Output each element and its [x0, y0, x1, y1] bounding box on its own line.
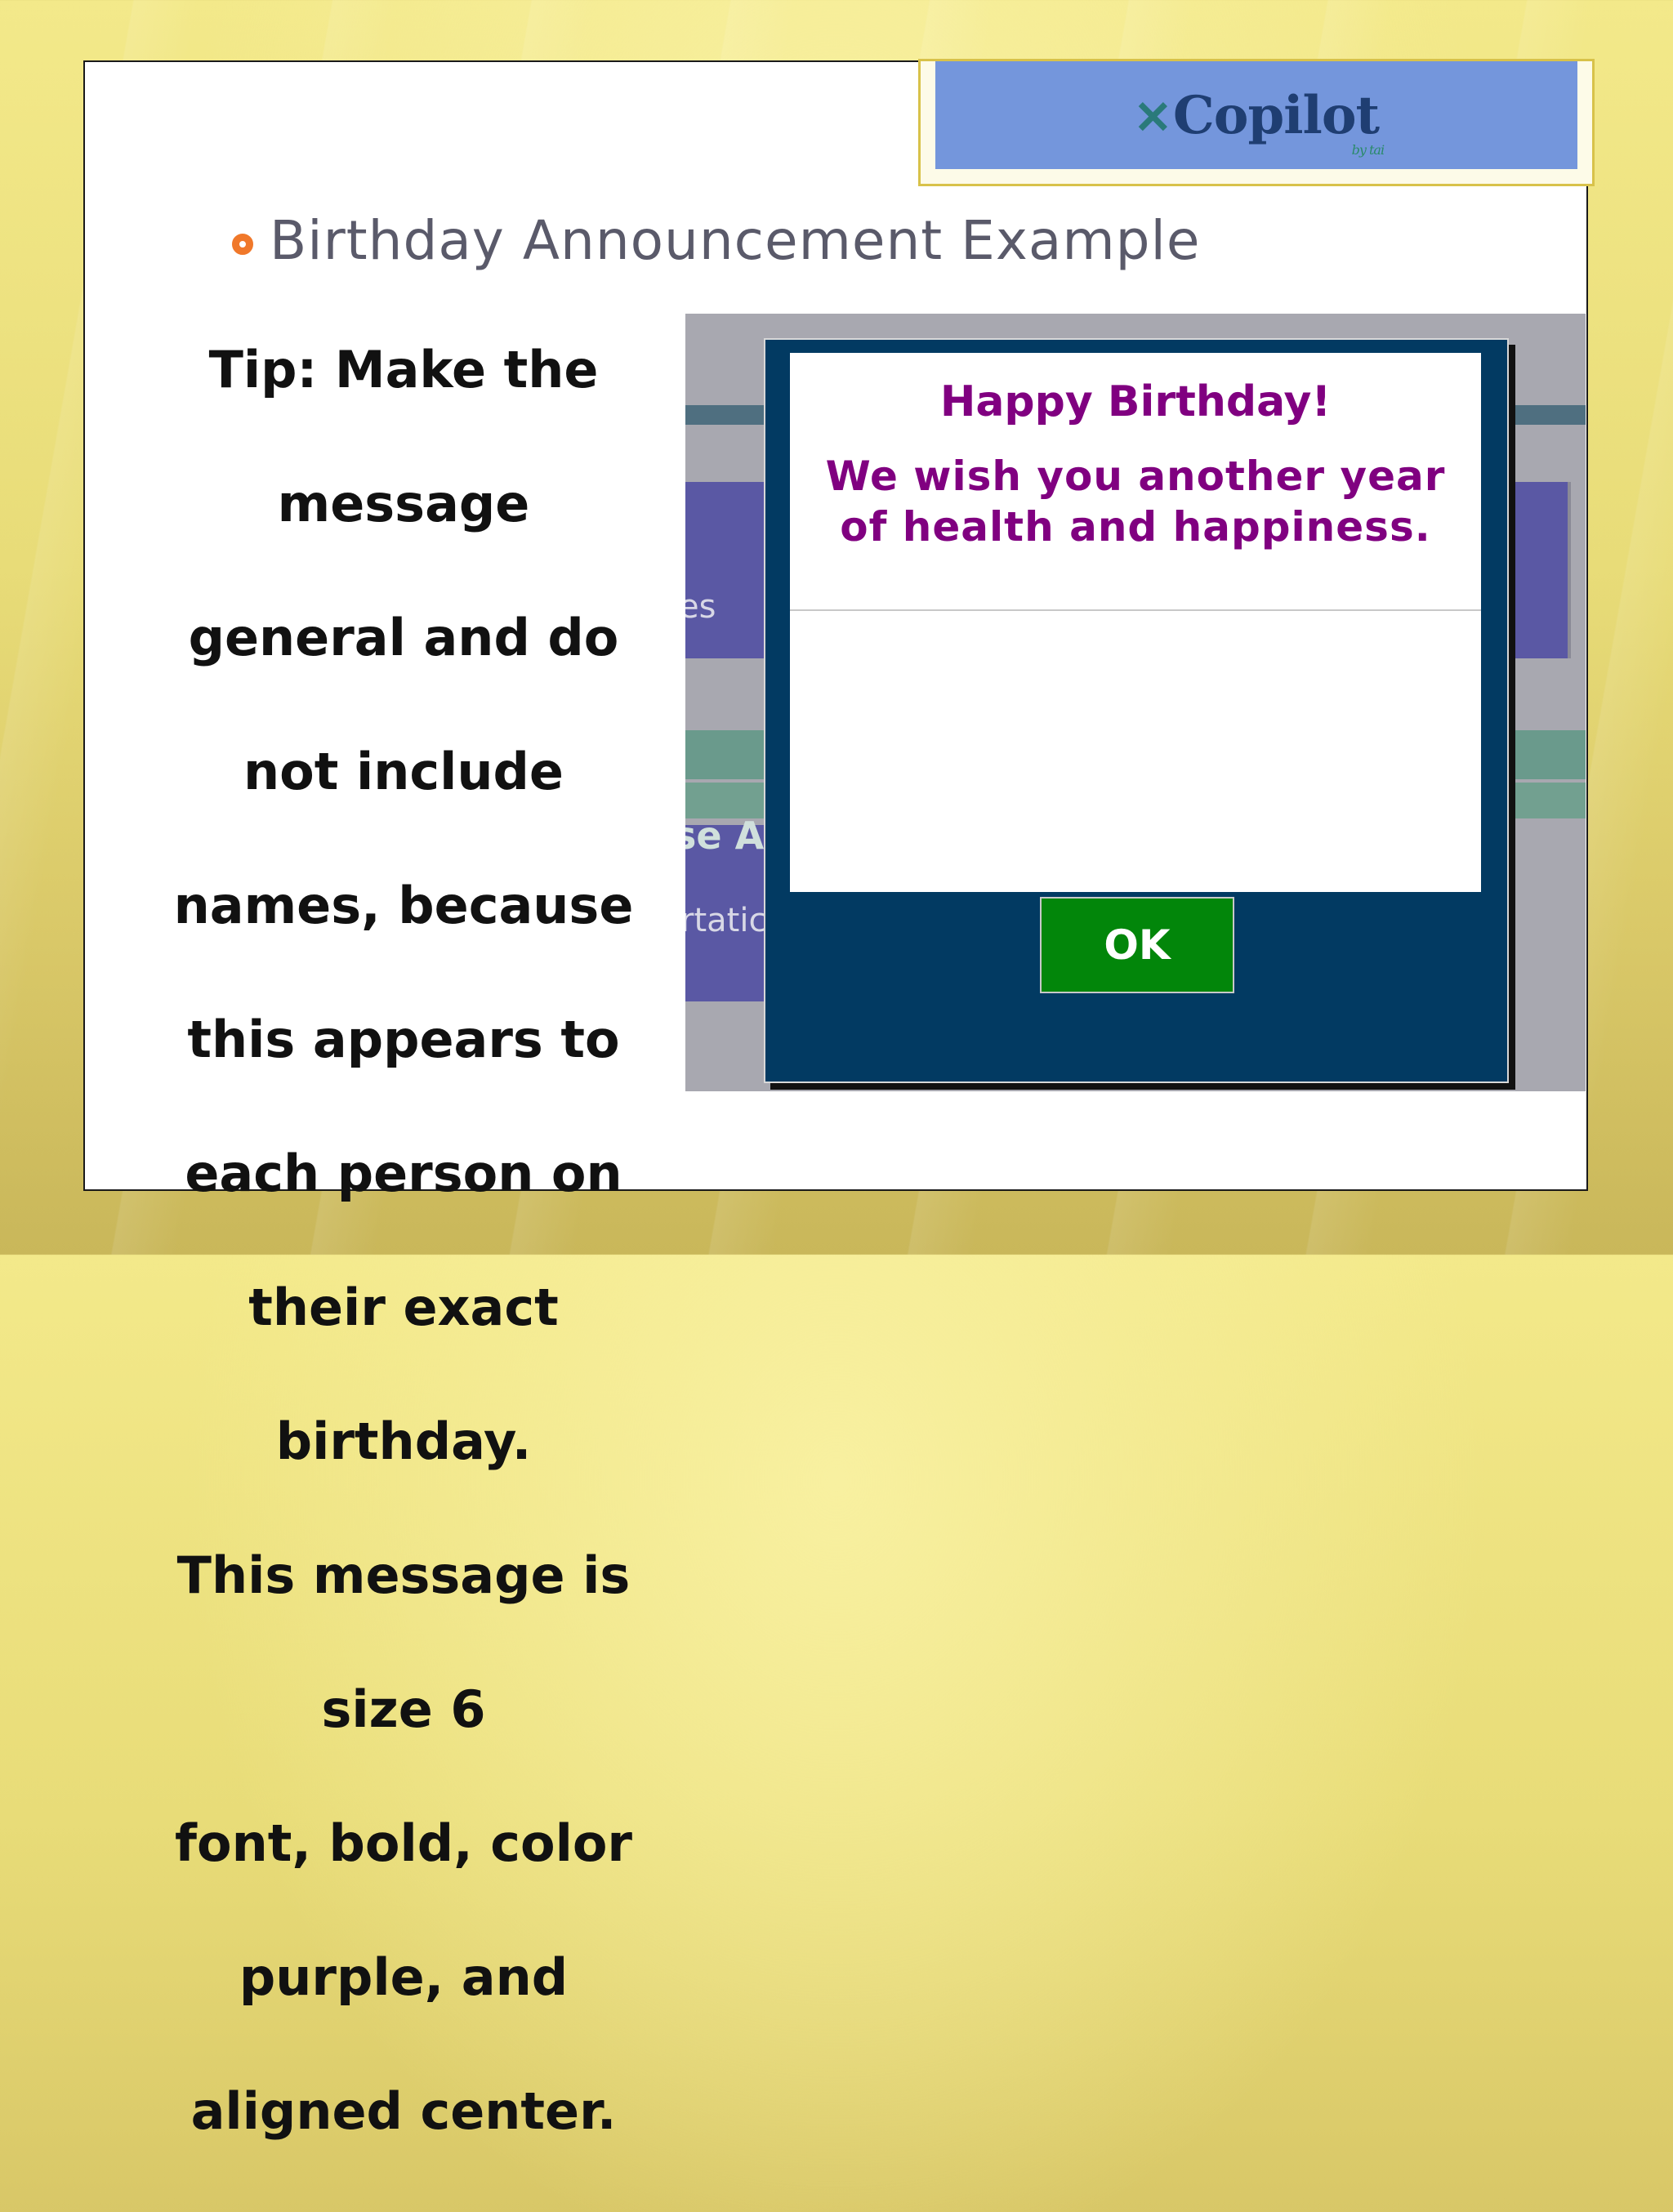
copilot-logo: ✕Copilot by tai [1133, 84, 1385, 158]
bg-panel-right [1509, 482, 1571, 658]
slide-title: Birthday Announcement Example [270, 209, 1201, 272]
ok-button[interactable]: OK [1040, 897, 1234, 993]
bg-panel-left [685, 482, 764, 658]
tip-text: Tip: Make the message general and do not… [150, 270, 657, 2212]
tip-line: font, bold, color [175, 1813, 632, 1873]
bg-label: es [685, 588, 716, 626]
star-burst-icon: ✕ [1133, 90, 1172, 145]
birthday-dialog: Happy Birthday! We wish you another year… [764, 338, 1509, 1083]
message-line: We wish you another year [825, 453, 1446, 500]
tip-line: this appears to [187, 1010, 620, 1069]
bullet-icon [232, 233, 253, 255]
message-divider [790, 609, 1481, 611]
tip-line: their exact [248, 1278, 559, 1337]
tip-line: Tip: Make the [208, 340, 599, 399]
message-area: Happy Birthday! We wish you another year… [790, 353, 1481, 892]
slide-heading: Birthday Announcement Example [232, 209, 1201, 272]
tip-line: birthday. [275, 1411, 532, 1471]
tip-line: not include [243, 742, 564, 801]
logo-banner: ✕Copilot by tai [935, 61, 1577, 169]
logo-frame: ✕Copilot by tai [918, 59, 1595, 186]
tip-line: aligned center. [190, 2081, 617, 2141]
bg-label: rtatic [685, 902, 767, 939]
logo-text: Copilot [1172, 84, 1380, 146]
tip-line: This message is [176, 1545, 631, 1605]
tip-line: size 6 [321, 1679, 486, 1739]
slide-panel: ✕Copilot by tai Birthday Announcement Ex… [83, 59, 1595, 2141]
tip-line: general and do [188, 608, 619, 667]
tip-line: names, because [173, 876, 634, 935]
message-title: Happy Birthday! [939, 377, 1332, 426]
message-body: We wish you another year of health and h… [790, 451, 1481, 552]
app-screenshot: es se Ac rtatic Happy Birthday! We wish … [685, 314, 1586, 1091]
tip-line: each person on [185, 1144, 622, 1203]
logo-subtext: by tai [1351, 141, 1385, 158]
tip-line: purple, and [239, 1947, 569, 2007]
message-line: of health and happiness. [840, 503, 1431, 551]
tip-line: message [277, 474, 530, 533]
